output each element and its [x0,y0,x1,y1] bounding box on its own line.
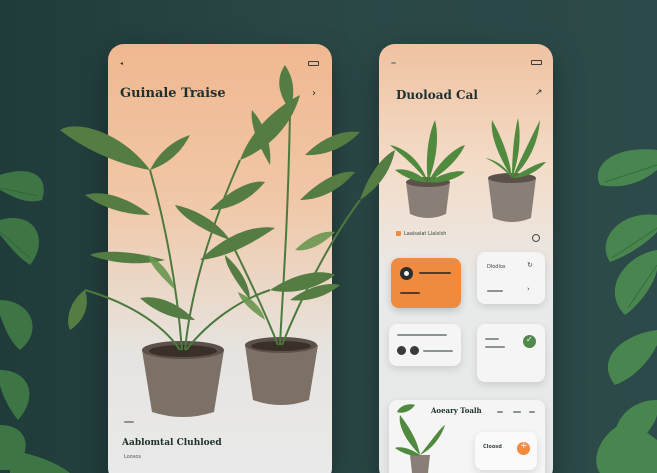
card-line [397,334,447,336]
toggle-dot-icon[interactable] [410,346,419,355]
battery-icon [308,61,319,66]
section-label: Laalsalat Llalslsh [404,231,447,237]
card-label: Dlodlos [487,264,506,270]
circle-toggle-icon[interactable] [532,234,540,242]
card-line [485,338,499,340]
action-card[interactable]: ✓ [477,324,545,382]
stats-card-white[interactable]: Dlodlos ↻ › [477,252,545,304]
status-mark [391,62,396,64]
toggle-dot-icon[interactable] [397,346,406,355]
stats-card-orange[interactable] [391,258,461,308]
card-line [487,290,503,292]
controls-card[interactable] [389,324,461,366]
card-line [485,346,505,348]
small-divider [124,421,134,423]
record-icon-center [404,271,409,276]
back-arrow-icon[interactable]: ◂ [120,60,123,67]
card-line [529,411,535,413]
section-bullet-icon [396,231,401,236]
card-line [513,411,521,413]
footer-title: Aablomtal Cluhloed [122,438,222,448]
card-title: Aoeary Toalh [431,406,482,415]
expand-icon[interactable]: ↗ [535,88,543,98]
check-icon: ✓ [526,335,533,344]
chevron-right-icon[interactable]: › [527,285,530,293]
mini-info-card[interactable]: Cloosd + [475,432,537,470]
page-title: Guinale Traise [120,86,226,101]
chevron-right-icon[interactable]: › [312,88,316,99]
card-line [423,350,453,352]
page-title: Duoload Cal [396,88,478,102]
card-line [419,272,451,274]
plus-icon: + [520,441,528,451]
right-phone-screen: Duoload Cal ↗ Laalsalat Llalslsh Dlodlos… [379,44,553,473]
left-phone-screen: ◂ Guinale Traise › Aablomtal Cluhloed Lo… [108,44,332,473]
card-line [400,292,420,294]
footer-subtitle: Loosos [124,454,142,460]
card-line [497,411,503,413]
battery-icon [531,60,542,65]
scene-background: ◂ Guinale Traise › Aablomtal Cluhloed Lo… [0,0,657,473]
mini-card-label: Cloosd [483,444,502,450]
refresh-icon[interactable]: ↻ [527,261,533,269]
